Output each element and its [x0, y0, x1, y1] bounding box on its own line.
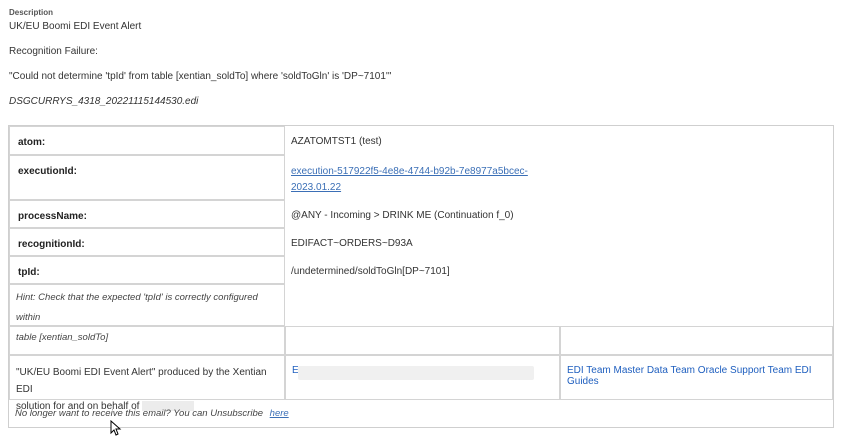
team-links[interactable]: EDI Team Master Data Team Oracle Support… — [560, 355, 833, 400]
process-name-value: @ANY - Incoming > DRINK ME (Continuation… — [291, 210, 514, 221]
redacted-link-text — [298, 366, 534, 380]
atom-value: AZATOMTST1 (test) — [291, 136, 382, 147]
spacer-cell-left — [9, 326, 285, 355]
alert-title: UK/EU Boomi EDI Event Alert — [9, 21, 142, 32]
hint-line1: Hint: Check that the expected 'tpId' is … — [16, 292, 258, 323]
alert-details-table: atom: AZATOMTST1 (test) executionId: exe… — [8, 125, 834, 428]
tpid-value: /undetermined/soldToGln[DP~7101] — [291, 266, 450, 277]
process-name-label: processName: — [9, 200, 285, 228]
produced-by-text: "UK/EU Boomi EDI Event Alert" produced b… — [9, 355, 285, 412]
mouse-cursor-icon — [110, 420, 122, 436]
middle-link-cell: E — [285, 355, 560, 400]
tpid-label: tpId: — [9, 256, 285, 284]
execution-id-link[interactable]: execution-517922f5-4e8e-4744-b92b-7e8977… — [285, 155, 545, 200]
recognition-id-label: recognitionId: — [9, 228, 285, 256]
description-label: Description — [9, 8, 54, 17]
error-message: "Could not determine 'tpId' from table [… — [9, 71, 392, 82]
execution-id-line1: execution-517922f5-4e8e-4744-b92b-7e8977… — [291, 166, 528, 177]
unsubscribe-notice: No longer want to receive this email? Yo… — [15, 408, 289, 419]
unsubscribe-link[interactable]: here — [270, 408, 289, 419]
execution-id-line2: 2023.01.22 — [291, 182, 342, 193]
edi-filename: DSGCURRYS_4318_20221115144530.edi — [9, 96, 199, 107]
unsubscribe-text: No longer want to receive this email? Yo… — [15, 408, 264, 419]
execution-id-label: executionId: — [9, 155, 285, 200]
spacer-cell-right — [560, 326, 833, 355]
recognition-id-value: EDIFACT~ORDERS~D93A — [291, 238, 413, 249]
produced-line1: "UK/EU Boomi EDI Event Alert" produced b… — [16, 367, 267, 395]
recognition-failure-heading: Recognition Failure: — [9, 46, 98, 57]
hint-text: Hint: Check that the expected 'tpId' is … — [9, 284, 285, 343]
atom-label: atom: — [9, 126, 285, 155]
spacer-cell-middle — [285, 326, 560, 355]
